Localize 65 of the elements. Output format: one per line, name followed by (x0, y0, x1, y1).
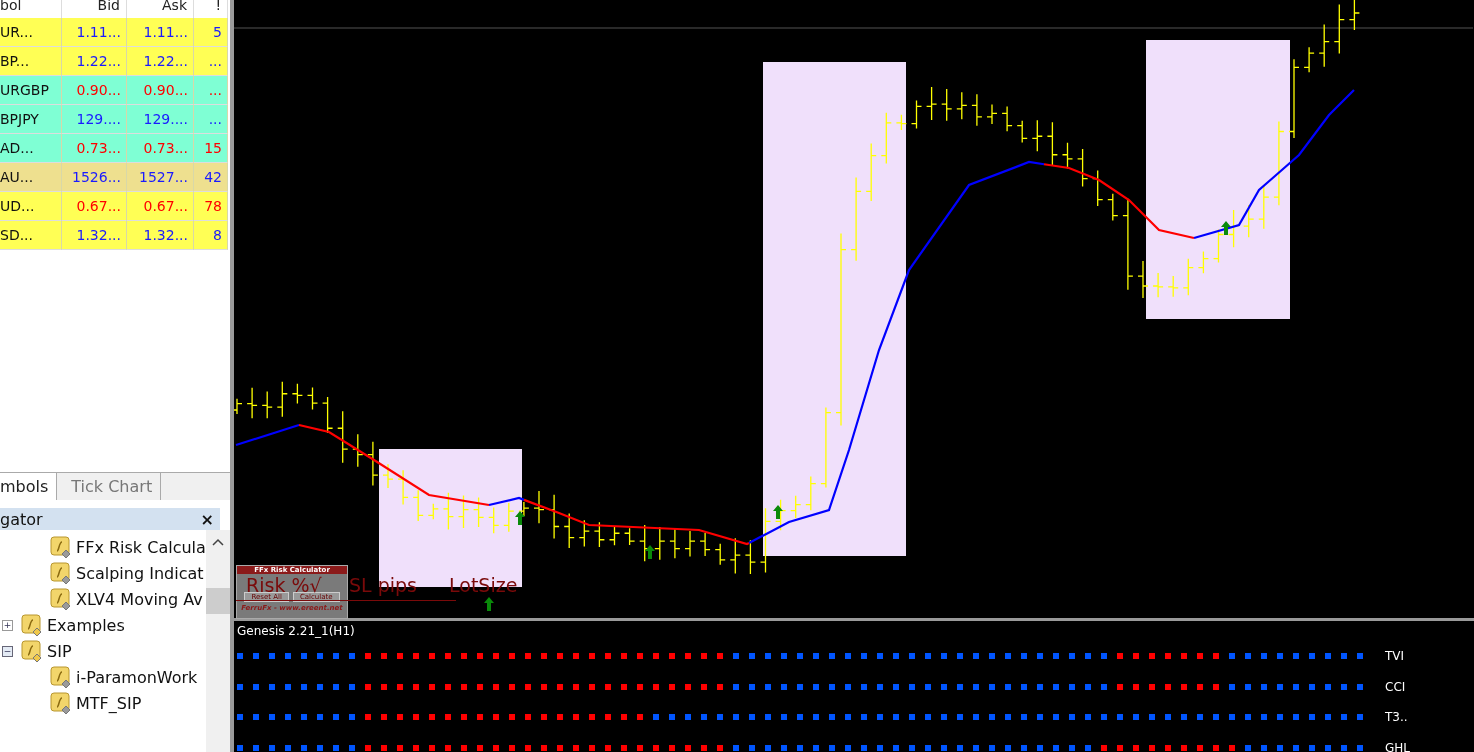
indicator-icon (50, 588, 72, 610)
ask-cell: 1.22... (127, 47, 194, 76)
indicator-icon (50, 692, 72, 714)
tree-item[interactable]: i-ParamonWork (76, 667, 198, 687)
bid-cell: 1.22... (62, 47, 127, 76)
panel-title: gator (0, 509, 43, 529)
indicator-label: TVI (1385, 649, 1405, 664)
spread-cell: 78 (194, 192, 228, 221)
indicator-title: Genesis 2.21_1(H1) (236, 623, 356, 640)
ask-cell: 1.11... (127, 18, 194, 47)
bid-cell: 1.32... (62, 221, 127, 250)
symbol-cell: AD... (0, 134, 62, 163)
indicator-label: T3.. (1385, 710, 1408, 725)
bid-cell: 0.90... (62, 76, 127, 105)
symbol-cell: UD... (0, 192, 62, 221)
tab[interactable]: mbols (0, 473, 58, 500)
indicator-icon (50, 536, 72, 558)
expand-toggle[interactable]: + (2, 619, 13, 631)
indicator-icon (50, 562, 72, 584)
scroll-thumb[interactable] (205, 588, 230, 614)
spread-cell: 15 (194, 134, 228, 163)
ask-cell: 1.32... (127, 221, 194, 250)
indicator-icon (21, 640, 43, 662)
symbol-cell: SD... (0, 221, 62, 250)
tree-item[interactable]: Scalping Indicat (76, 563, 204, 583)
tree-item[interactable]: MTF_SIP (76, 693, 142, 713)
symbol-cell: URGBP (0, 76, 62, 105)
bid-cell: 1526... (62, 163, 127, 192)
spread-cell: ... (194, 47, 228, 76)
bid-cell: 0.67... (62, 192, 127, 221)
collapse-toggle[interactable]: − (2, 645, 13, 657)
up-arrow-icon (645, 545, 655, 559)
bid-cell: 0.73... (62, 134, 127, 163)
ask-cell: 0.90... (127, 76, 194, 105)
spread-cell: 5 (194, 18, 228, 47)
bid-cell: 1.11... (62, 18, 127, 47)
ask-cell: 1527... (127, 163, 194, 192)
bid-cell: 129.... (62, 105, 127, 134)
up-arrow-icon (515, 511, 525, 525)
scrollbar[interactable] (205, 530, 230, 752)
spread-cell: ... (194, 76, 228, 105)
indicator-icon (21, 614, 43, 636)
up-arrow-icon (773, 505, 783, 519)
calculator-label: Risk %√ (246, 576, 322, 595)
scroll-up-icon[interactable] (211, 538, 224, 546)
close-button[interactable]: × (200, 509, 214, 529)
tree-item[interactable]: FFx Risk Calcula (76, 537, 206, 557)
spread-cell: 8 (194, 221, 228, 250)
symbol-cell: AU... (0, 163, 62, 192)
spread-cell: 42 (194, 163, 228, 192)
ask-cell: 0.67... (127, 192, 194, 221)
tree-item[interactable]: SIP (47, 641, 72, 661)
ask-cell: 0.73... (127, 134, 194, 163)
symbol-cell: UR... (0, 18, 62, 47)
spread-cell: ... (194, 105, 228, 134)
symbol-cell: BPJPY (0, 105, 62, 134)
indicator-label: CCI (1385, 679, 1406, 694)
symbol-cell: BP... (0, 47, 62, 76)
ask-cell: 129.... (127, 105, 194, 134)
indicator-label: GHL (1385, 740, 1410, 752)
up-arrow-icon (1221, 221, 1231, 235)
tree-item[interactable]: XLV4 Moving Av (76, 589, 203, 609)
up-arrow-icon (484, 597, 494, 611)
tree-item[interactable]: Examples (47, 615, 125, 635)
indicator-icon (50, 666, 72, 688)
